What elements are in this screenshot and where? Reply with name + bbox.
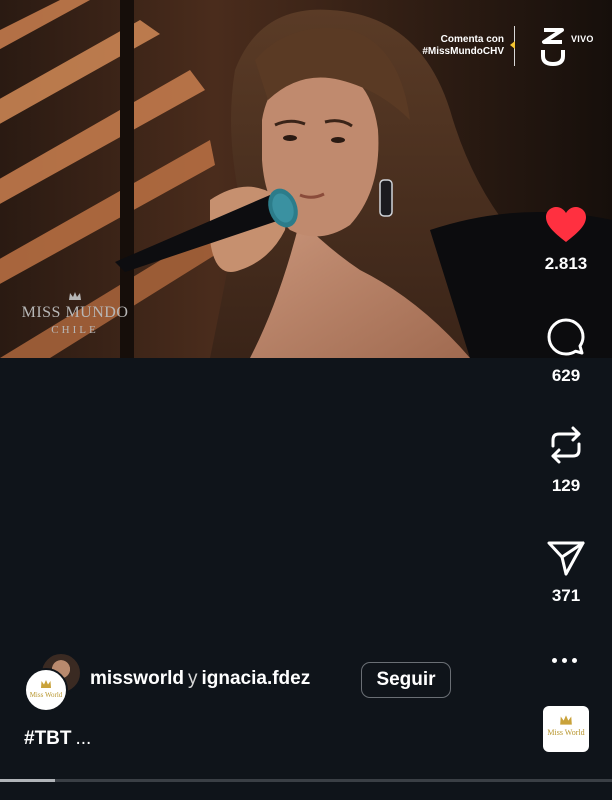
username-ignacia[interactable]: ignacia.fdez: [201, 668, 310, 689]
more-options-button[interactable]: [552, 654, 580, 668]
dot-icon: [552, 658, 557, 663]
video-progress-bar[interactable]: [0, 779, 612, 782]
crown-icon: [41, 680, 51, 688]
repost-button[interactable]: 129: [536, 424, 596, 496]
username-missworld[interactable]: missworld: [90, 668, 184, 689]
repost-icon: [551, 426, 581, 464]
comment-icon: [547, 318, 585, 356]
caption[interactable]: #TBT...: [24, 728, 91, 750]
hashtag-overlay: Comenta con #MissMundoCHV: [422, 34, 504, 58]
dot-icon: [572, 658, 577, 663]
follow-button[interactable]: Seguir: [361, 662, 451, 698]
watermark-line1: MISS MUNDO: [21, 304, 129, 321]
crown-icon: [69, 292, 81, 300]
comment-button[interactable]: 629: [536, 318, 596, 386]
watermark-line2: CHILE: [51, 324, 99, 336]
audio-thumbnail[interactable]: Miss World: [543, 706, 589, 752]
caption-more[interactable]: ...: [76, 728, 92, 749]
share-button[interactable]: 371: [536, 540, 596, 606]
caption-text: #TBT: [24, 728, 72, 749]
joiner-text: y: [187, 668, 198, 689]
share-count: 371: [551, 586, 581, 605]
repost-count: 129: [551, 476, 581, 495]
overlay-arrow-icon: [510, 41, 515, 49]
like-button[interactable]: 2.813: [536, 206, 596, 274]
avatar-missworld[interactable]: Miss World: [24, 668, 68, 712]
send-icon: [547, 541, 585, 576]
audio-thumb-text: Miss World: [547, 728, 585, 737]
avatar-text: Miss World: [29, 691, 63, 699]
author-avatars[interactable]: Miss World: [24, 652, 82, 712]
authors-line: missworld y ignacia.fdez: [90, 668, 310, 690]
dot-icon: [562, 658, 567, 663]
chv-logo-icon: [541, 28, 565, 67]
like-count: 2.813: [544, 254, 588, 273]
progress-fill: [0, 779, 56, 782]
heart-icon: [546, 207, 586, 242]
comment-count: 629: [551, 366, 581, 385]
overlay-line2: #MissMundoCHV: [422, 46, 504, 57]
live-label: VIVO: [571, 34, 594, 44]
video-player[interactable]: Comenta con #MissMundoCHV VIVO MISS MUND…: [0, 0, 612, 358]
overlay-line1: Comenta con: [440, 34, 504, 45]
crown-icon: [560, 715, 572, 725]
watermark-logo: MISS MUNDO CHILE: [20, 292, 130, 336]
reels-viewer: Comenta con #MissMundoCHV VIVO MISS MUND…: [0, 0, 612, 800]
